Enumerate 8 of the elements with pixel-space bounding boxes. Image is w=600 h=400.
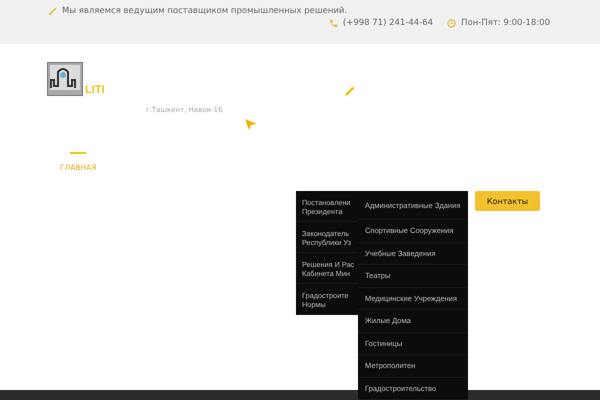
logo-icon[interactable] (47, 62, 83, 96)
clock-icon (447, 18, 456, 28)
contacts-button[interactable]: Контакты (475, 191, 540, 211)
phone-number[interactable]: (+998 71) 241-44-64 (342, 18, 434, 28)
tagline: Мы являемся ведущим поставщиком промышленных решений. (62, 6, 348, 16)
working-hours: Пон-Пят: 9:00-18:00 (461, 18, 550, 28)
cursor-icon (245, 119, 257, 130)
phone-icon (328, 18, 338, 28)
